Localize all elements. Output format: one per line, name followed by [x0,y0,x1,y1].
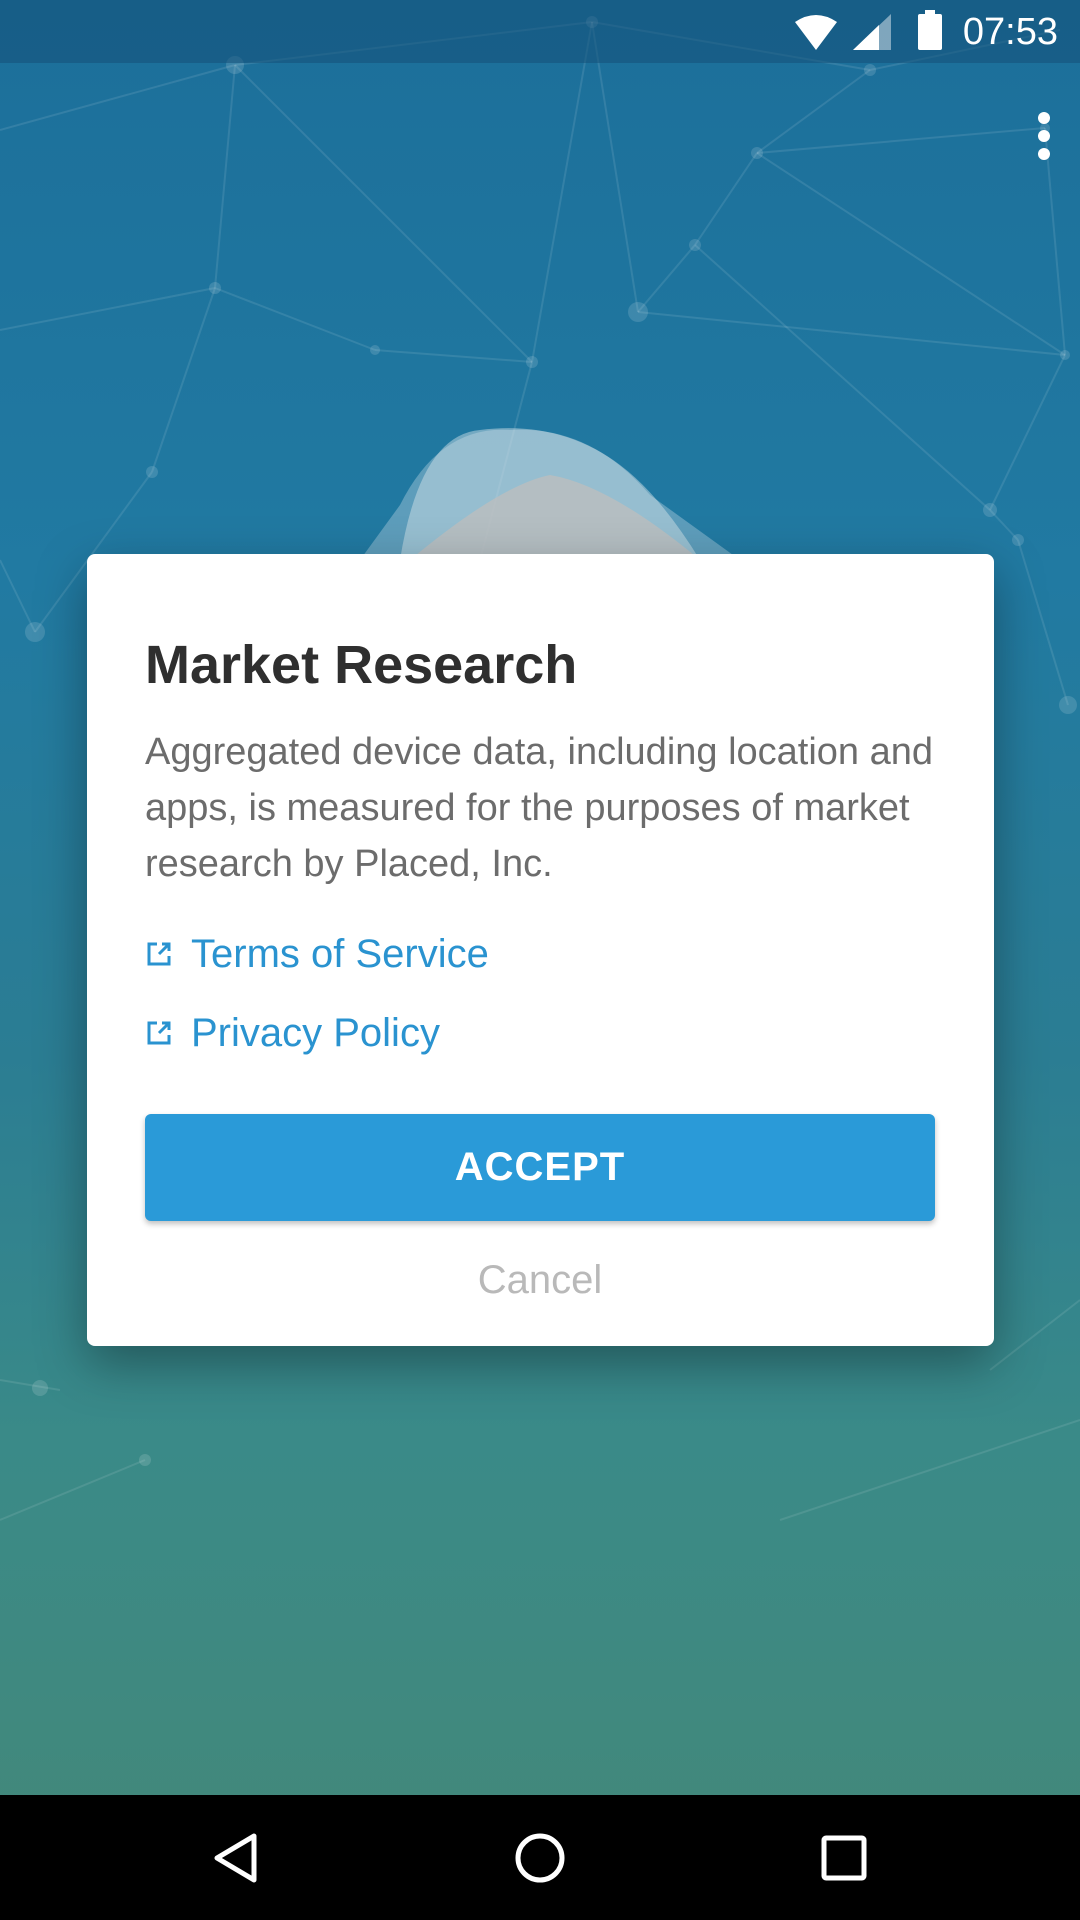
recents-button[interactable] [774,1795,914,1920]
dialog-body: Aggregated device data, including locati… [145,731,934,885]
screen: 07:53 Market Research Aggregated device … [0,0,1080,1920]
hero-illustration [360,428,740,560]
privacy-policy-link[interactable]: Privacy Policy [145,1003,440,1063]
dialog-title: Market Research [145,635,578,695]
privacy-policy-label: Privacy Policy [191,1010,440,1055]
accept-button[interactable]: ACCEPT [145,1114,935,1221]
cellular-signal-icon [853,14,891,50]
back-icon [214,1833,257,1882]
back-button[interactable] [166,1795,306,1920]
status-time: 07:53 [962,11,1058,53]
home-icon [515,1833,565,1882]
wifi-icon [795,15,837,50]
status-bar: 07:53 [0,0,1080,63]
external-link-icon [147,942,171,966]
battery-icon [918,10,942,50]
recents-icon [821,1835,867,1880]
terms-of-service-link[interactable]: Terms of Service [145,924,489,984]
external-link-icon [147,1021,171,1045]
market-research-dialog: Market Research Aggregated device data, … [87,554,994,1346]
terms-of-service-label: Terms of Service [191,931,489,976]
cancel-button[interactable]: Cancel [145,1244,935,1316]
navigation-bar [0,1795,1080,1920]
home-button[interactable] [470,1795,610,1920]
more-vert-icon[interactable] [1010,100,1080,180]
